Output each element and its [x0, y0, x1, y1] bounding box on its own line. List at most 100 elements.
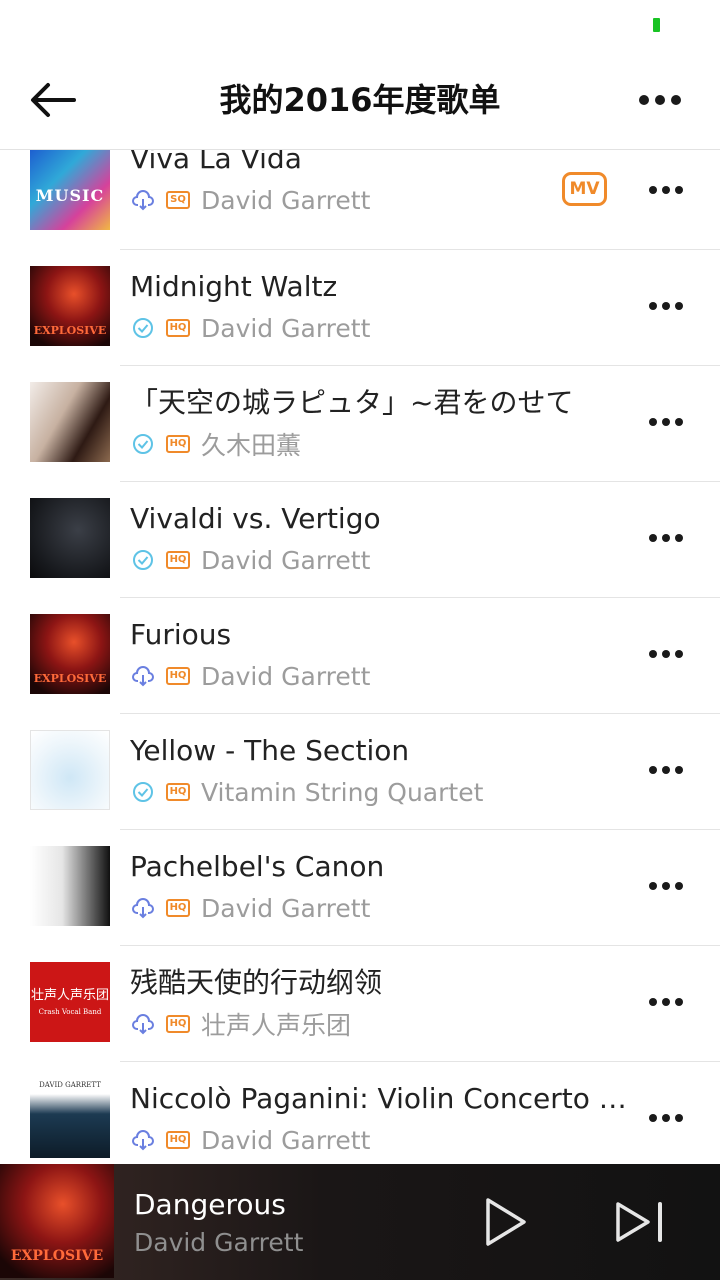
cloud-icon — [132, 1013, 154, 1035]
song-title: Midnight Waltz — [130, 270, 338, 303]
battery-icon — [653, 18, 660, 32]
quality-badge: HQ — [166, 667, 190, 685]
album-cover-text: 壮声人声乐团 — [30, 988, 109, 1003]
song-more-button[interactable] — [636, 864, 696, 908]
quality-badge: HQ — [166, 1131, 190, 1149]
dot-icon — [662, 302, 670, 310]
song-more-button[interactable] — [636, 632, 696, 676]
album-cover: EXPLOSIVE — [30, 266, 110, 346]
back-button[interactable] — [22, 72, 82, 128]
dot-icon — [662, 1114, 670, 1122]
album-cover — [30, 846, 110, 926]
header: 我的2016年度歌单 — [0, 50, 720, 150]
next-button[interactable] — [608, 1194, 672, 1250]
cloud-icon — [132, 665, 154, 687]
cloud-icon — [132, 897, 154, 919]
quality-badge: SQ — [166, 191, 190, 209]
dot-icon — [649, 1114, 657, 1122]
song-title: Niccolò Paganini: Violin Concerto No... — [130, 1082, 630, 1115]
dot-icon — [662, 186, 670, 194]
song-meta: HQ Vitamin String Quartet — [132, 777, 484, 807]
album-cover: MUSIC — [30, 150, 110, 230]
album-cover-text: Crash Vocal Band — [38, 1008, 102, 1016]
dot-icon — [649, 650, 657, 658]
album-cover-text: EXPLOSIVE — [10, 1248, 104, 1264]
dot-icon — [662, 534, 670, 542]
dot-icon — [662, 998, 670, 1006]
artist-name: David Garrett — [201, 545, 371, 575]
artist-name: David Garrett — [201, 893, 371, 923]
dot-icon — [662, 882, 670, 890]
song-meta: HQ David Garrett — [132, 893, 371, 923]
song-title: 残酷天使的行动纲领 — [130, 966, 383, 999]
status-bar — [0, 0, 720, 50]
song-meta: HQ David Garrett — [132, 313, 371, 343]
song-more-button[interactable] — [636, 516, 696, 560]
quality-badge: HQ — [166, 551, 190, 569]
dot-icon — [675, 1114, 683, 1122]
quality-badge: HQ — [166, 319, 190, 337]
now-playing-title: Dangerous — [134, 1188, 286, 1221]
dot-icon — [649, 302, 657, 310]
song-meta: SQ David Garrett — [132, 185, 371, 215]
quality-badge: HQ — [166, 435, 190, 453]
more-options-button[interactable] — [628, 74, 692, 126]
dot-icon — [675, 766, 683, 774]
song-row[interactable]: 「天空の城ラピュタ」~君をのせて HQ 久木田薫 — [0, 366, 720, 482]
album-cover — [30, 498, 110, 578]
dot-icon — [671, 95, 681, 105]
page-title: 我的2016年度歌单 — [219, 81, 501, 119]
song-more-button[interactable] — [636, 400, 696, 444]
song-meta: HQ David Garrett — [132, 545, 371, 575]
play-icon — [486, 1198, 526, 1246]
song-more-button[interactable] — [636, 980, 696, 1024]
song-row[interactable]: EXPLOSIVE Furious HQ David Garrett — [0, 598, 720, 714]
play-button[interactable] — [476, 1194, 534, 1250]
song-row[interactable]: Pachelbel's Canon HQ David Garrett — [0, 830, 720, 946]
dot-icon — [662, 418, 670, 426]
quality-badge: HQ — [166, 899, 190, 917]
artist-name: Vitamin String Quartet — [201, 777, 484, 807]
song-row[interactable]: MUSIC Viva La Vida SQ David Garrett MV — [0, 150, 720, 250]
quality-badge: HQ — [166, 783, 190, 801]
song-title: Yellow - The Section — [130, 734, 410, 767]
song-more-button[interactable] — [636, 748, 696, 792]
song-meta: HQ 久木田薫 — [132, 430, 301, 460]
song-more-button[interactable] — [636, 168, 696, 212]
artist-name: 久木田薫 — [201, 431, 302, 460]
downloaded-check-icon — [132, 317, 154, 339]
song-title: Viva La Vida — [130, 150, 302, 175]
song-row[interactable]: DAVID GARRETT Niccolò Paganini: Violin C… — [0, 1062, 720, 1164]
album-cover: EXPLOSIVE — [30, 614, 110, 694]
dot-icon — [649, 882, 657, 890]
album-cover-text: EXPLOSIVE — [33, 324, 107, 337]
song-more-button[interactable] — [636, 284, 696, 328]
song-meta: HQ David Garrett — [132, 1126, 370, 1155]
album-cover-text: DAVID GARRETT — [39, 1081, 101, 1089]
dot-icon — [655, 95, 665, 105]
quality-badge: HQ — [166, 1015, 190, 1033]
dot-icon — [639, 95, 649, 105]
mv-button[interactable]: MV — [562, 172, 607, 206]
dot-icon — [675, 534, 683, 542]
dot-icon — [649, 534, 657, 542]
album-cover: 壮声人声乐团 Crash Vocal Band — [30, 962, 110, 1042]
album-cover-text: EXPLOSIVE — [33, 672, 107, 685]
arrow-left-icon — [31, 83, 76, 117]
artist-name: David Garrett — [201, 313, 371, 343]
song-row[interactable]: EXPLOSIVE Midnight Waltz HQ David Garret… — [0, 250, 720, 366]
album-cover — [30, 382, 110, 462]
dot-icon — [662, 766, 670, 774]
artist-name: David Garrett — [201, 661, 371, 691]
artist-name: David Garrett — [201, 185, 371, 215]
song-title: 「天空の城ラピュタ」~君をのせて — [130, 386, 574, 419]
album-cover-text: MUSIC — [35, 186, 105, 205]
song-row[interactable]: 壮声人声乐团 Crash Vocal Band 残酷天使的行动纲领 HQ 壮声人… — [0, 946, 720, 1062]
song-row[interactable]: Vivaldi vs. Vertigo HQ David Garrett — [0, 482, 720, 598]
song-more-button[interactable] — [636, 1096, 696, 1140]
downloaded-check-icon — [132, 433, 154, 455]
song-row[interactable]: Yellow - The Section HQ Vitamin String Q… — [0, 714, 720, 830]
downloaded-check-icon — [132, 549, 154, 571]
mini-player[interactable]: EXPLOSIVE Dangerous David Garrett — [0, 1164, 720, 1280]
now-playing-cover[interactable]: EXPLOSIVE — [0, 1164, 114, 1278]
